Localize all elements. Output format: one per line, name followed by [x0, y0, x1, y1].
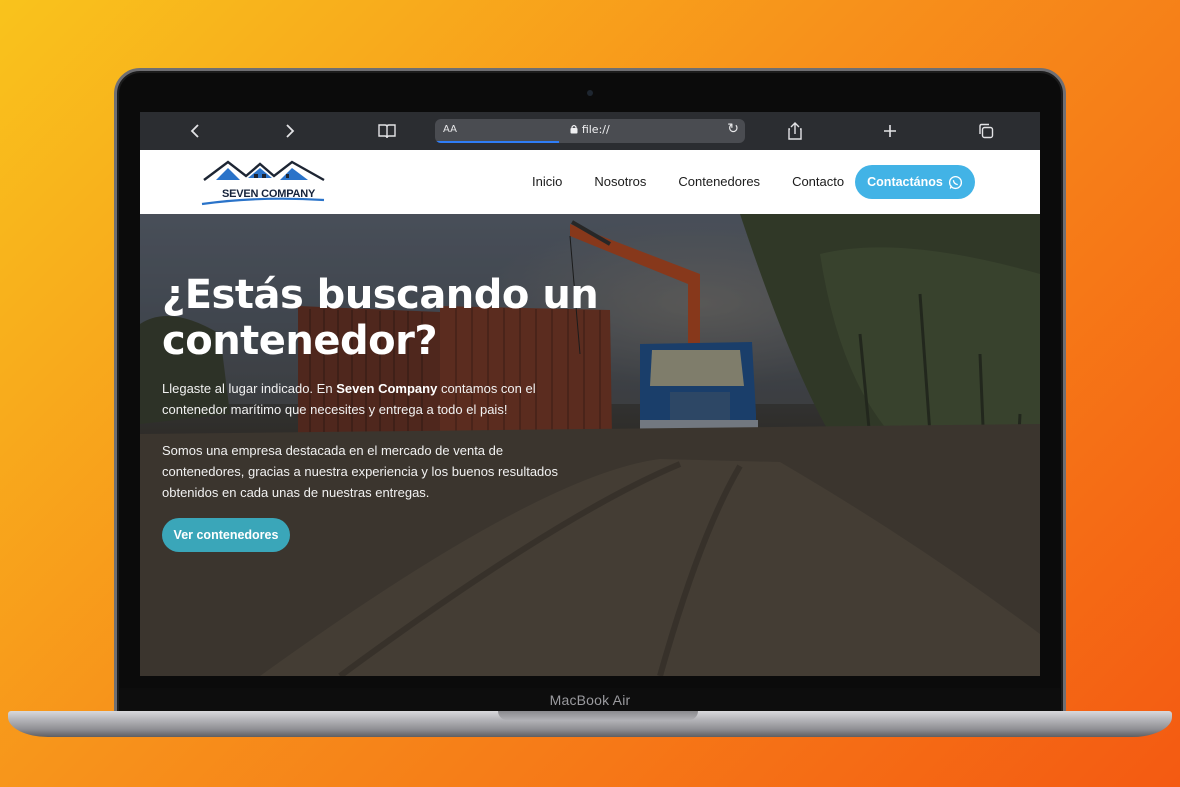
main-nav: Inicio Nosotros Contenedores Contacto	[532, 174, 844, 189]
browser-toolbar: AA file:// ↻	[140, 112, 1040, 150]
contact-button[interactable]: Contactános	[855, 165, 975, 199]
hero-intro-start: Llegaste al lugar indicado. En	[162, 381, 337, 396]
camera	[587, 90, 593, 96]
hero-title: ¿Estás buscando un contenedor?	[162, 272, 599, 364]
tabs-icon	[979, 123, 994, 139]
lock-icon	[570, 124, 578, 134]
book-icon	[378, 124, 396, 139]
contact-button-label: Contactános	[867, 175, 943, 189]
back-button[interactable]	[180, 119, 210, 143]
hero-intro-text: Llegaste al lugar indicado. En Seven Com…	[162, 378, 562, 420]
whatsapp-icon	[948, 175, 962, 189]
browser-screen: AA file:// ↻ SEVEN COMPANY Inicio Nosotr…	[140, 112, 1040, 676]
forward-button[interactable]	[275, 119, 305, 143]
plus-icon	[884, 125, 896, 137]
laptop-chin: MacBook Air	[120, 688, 1060, 712]
tabs-overview-button[interactable]	[971, 119, 1001, 143]
nav-item-contenedores[interactable]: Contenedores	[678, 174, 760, 189]
house-roof-logo-icon	[201, 160, 325, 206]
site-header: SEVEN COMPANY Inicio Nosotros Contenedor…	[140, 150, 1040, 214]
reload-icon[interactable]: ↻	[727, 121, 739, 137]
url-display: file://	[435, 123, 745, 136]
nav-item-contacto[interactable]: Contacto	[792, 174, 844, 189]
hero-intro-company: Seven Company	[336, 381, 438, 396]
view-containers-button[interactable]: Ver contenedores	[162, 518, 290, 552]
chevron-right-icon	[286, 124, 295, 138]
device-label: MacBook Air	[549, 692, 631, 708]
share-icon	[788, 122, 802, 140]
hero-section: ¿Estás buscando un contenedor? Llegaste …	[140, 214, 1040, 676]
chevron-left-icon	[190, 124, 199, 138]
laptop-base	[8, 711, 1172, 737]
nav-item-nosotros[interactable]: Nosotros	[594, 174, 646, 189]
address-bar[interactable]: AA file:// ↻	[435, 119, 745, 143]
bookmarks-button[interactable]	[372, 119, 402, 143]
new-tab-button[interactable]	[875, 119, 905, 143]
nav-item-inicio[interactable]: Inicio	[532, 174, 562, 189]
share-button[interactable]	[780, 119, 810, 143]
logo-wordmark: SEVEN COMPANY	[222, 188, 316, 200]
load-progress-bar	[435, 141, 559, 143]
site-logo[interactable]: SEVEN COMPANY	[200, 156, 326, 208]
hero-description: Somos una empresa destacada en el mercad…	[162, 443, 559, 500]
url-text: file://	[581, 123, 610, 136]
laptop-notch	[498, 711, 698, 720]
